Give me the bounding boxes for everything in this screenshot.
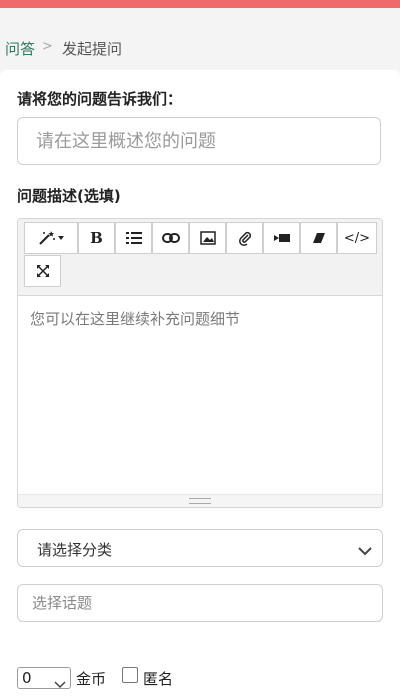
title-label: 请将您的问题告诉我们： bbox=[17, 90, 183, 108]
chevron-down-icon bbox=[358, 541, 372, 560]
editor-toolbar: B </> bbox=[18, 219, 382, 296]
image-button[interactable] bbox=[189, 222, 226, 254]
editor-resize-handle[interactable] bbox=[18, 494, 382, 507]
video-button[interactable] bbox=[263, 222, 300, 254]
code-icon: </> bbox=[343, 230, 371, 246]
breadcrumb: 问答 > 发起提问 bbox=[0, 8, 400, 72]
anonymous-checkbox[interactable] bbox=[122, 667, 138, 683]
breadcrumb-home-link[interactable]: 问答 bbox=[5, 38, 35, 59]
question-title-input[interactable] bbox=[17, 117, 381, 165]
reward-coin-select[interactable]: 0 bbox=[17, 667, 71, 689]
breadcrumb-current: 发起提问 bbox=[62, 40, 123, 58]
eraser-button[interactable] bbox=[300, 222, 337, 254]
anonymous-label: 匿名 bbox=[143, 670, 174, 688]
top-accent-bar bbox=[0, 0, 400, 8]
fullscreen-button[interactable] bbox=[24, 255, 61, 287]
link-button[interactable] bbox=[152, 222, 189, 254]
topic-input[interactable] bbox=[17, 584, 383, 622]
description-editor-area[interactable]: 您可以在这里继续补充问题细节 bbox=[18, 296, 382, 496]
category-select-value: 请选择分类 bbox=[37, 541, 113, 559]
breadcrumb-separator: > bbox=[42, 39, 53, 54]
bold-icon: B bbox=[90, 229, 103, 247]
magic-wand-icon bbox=[38, 230, 64, 246]
rich-text-editor: B </> 您可以在这里继续补充问题细节 bbox=[17, 218, 383, 508]
image-icon bbox=[199, 231, 216, 245]
code-button[interactable]: </> bbox=[337, 222, 377, 254]
eraser-icon bbox=[312, 232, 326, 244]
fullscreen-icon bbox=[36, 265, 49, 277]
chevron-down-icon bbox=[54, 674, 66, 693]
ordered-list-icon bbox=[125, 231, 142, 245]
description-label: 问题描述(选填) bbox=[17, 187, 121, 205]
ordered-list-button[interactable] bbox=[115, 222, 152, 254]
video-icon bbox=[273, 233, 290, 243]
bold-button[interactable]: B bbox=[78, 222, 115, 254]
reward-coin-label: 金币 bbox=[76, 670, 107, 688]
attachment-button[interactable] bbox=[226, 222, 263, 254]
category-select[interactable]: 请选择分类 bbox=[17, 529, 383, 567]
attachment-icon bbox=[238, 230, 251, 246]
link-icon bbox=[161, 233, 180, 243]
reward-coin-value: 0 bbox=[22, 669, 32, 687]
magic-wand-button[interactable] bbox=[24, 222, 78, 254]
